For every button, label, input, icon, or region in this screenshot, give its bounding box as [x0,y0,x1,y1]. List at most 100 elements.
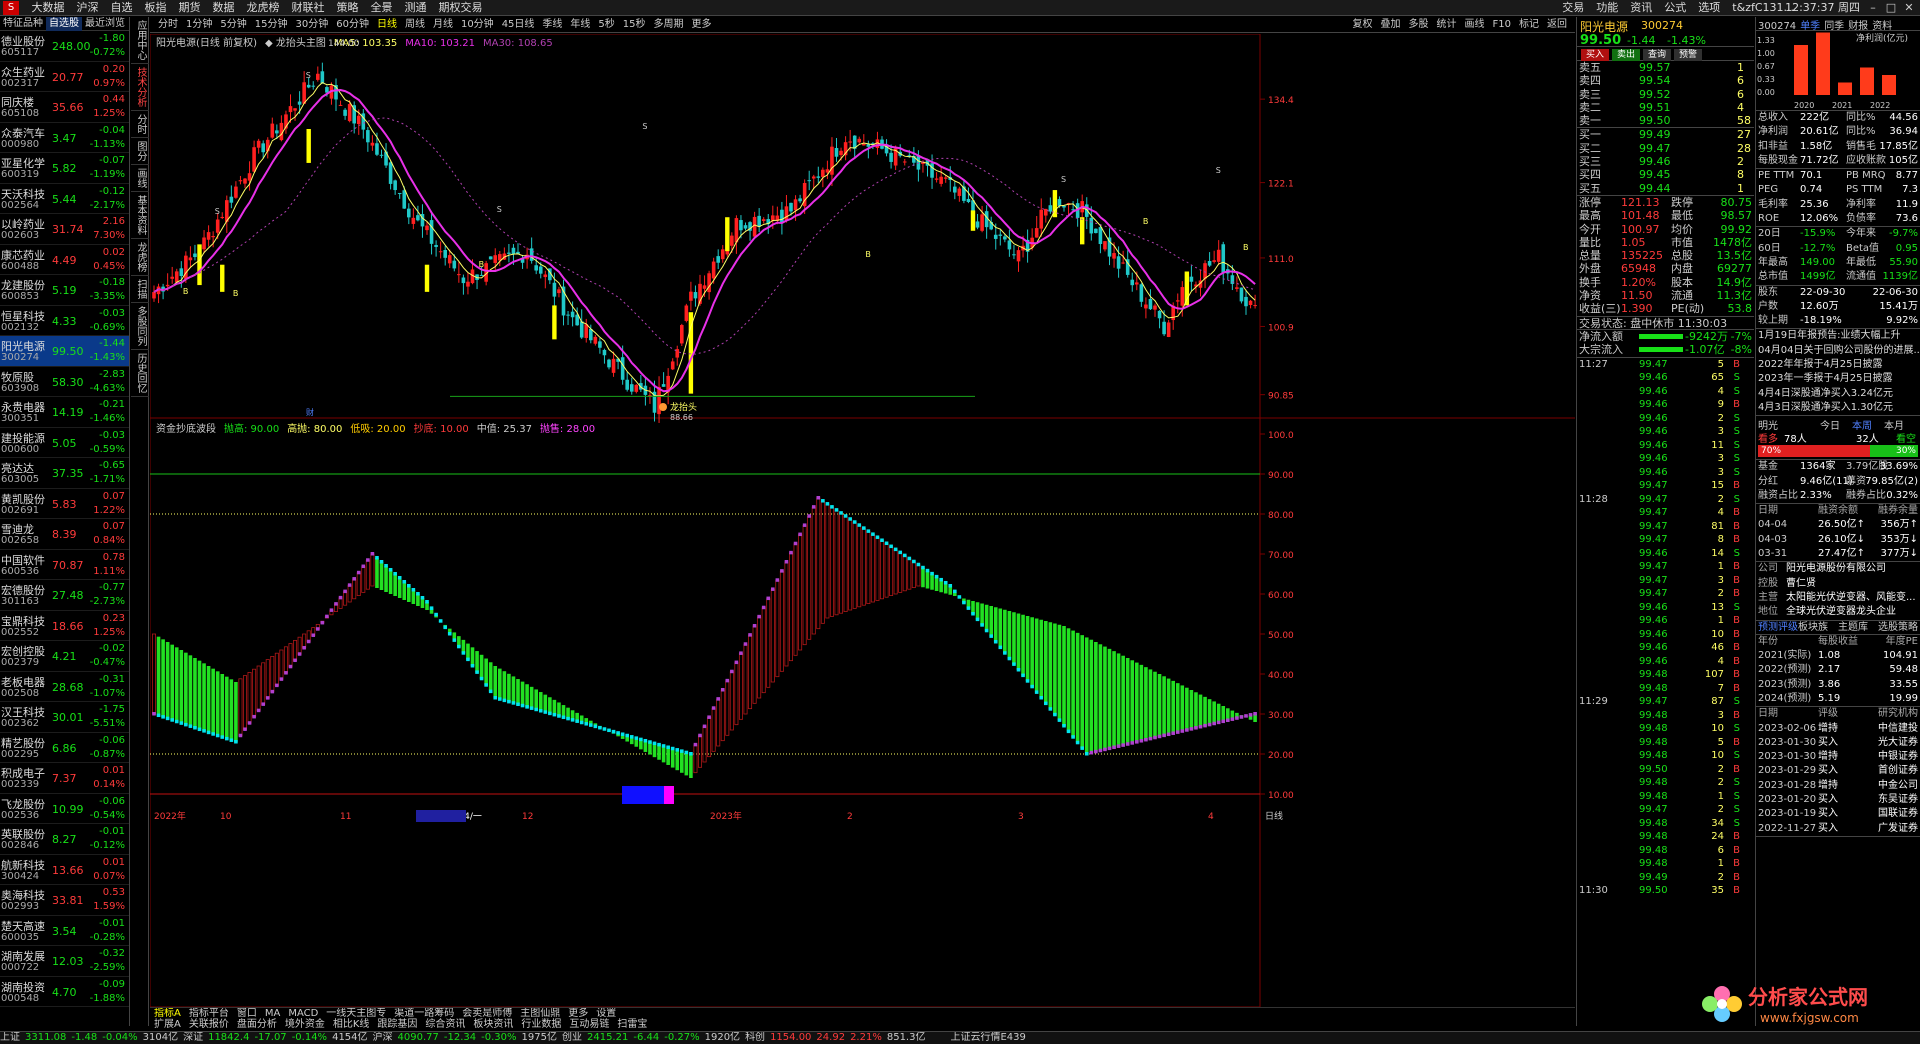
company-tab[interactable]: 预测评级 [1758,621,1798,635]
period-button[interactable]: 更多 [688,17,716,32]
period-button[interactable]: 60分钟 [332,17,373,32]
menu-right-item[interactable]: 公式 [1658,0,1692,15]
company-tab[interactable]: 选股策略 [1878,621,1918,635]
menu-item[interactable]: 数据 [207,0,241,15]
menu-item[interactable]: 期货 [173,0,207,15]
company-tab[interactable]: 板块族 [1798,621,1828,635]
quote-action-button[interactable]: 买入 [1581,49,1610,61]
watchlist-tab[interactable]: 最近浏览 [82,17,128,31]
watchlist-row[interactable]: 恒星科技 002132 4.33 -0.03 -0.69% [0,306,129,336]
watchlist-row[interactable]: 湖南投资 000548 4.70 -0.09 -1.88% [0,977,129,1007]
menu-right-item[interactable]: 选项 [1692,0,1726,15]
watchlist-row[interactable]: 精艺股份 002295 6.86 -0.06 -0.87% [0,733,129,763]
index-name[interactable]: 沪深 [373,1032,393,1043]
extension-tab[interactable]: 互动易链 [565,1019,613,1030]
chart-tool-button[interactable]: F10 [1489,17,1515,32]
watchlist-row[interactable]: 宏德股份 301163 27.48 -0.77 -2.73% [0,580,129,611]
extension-tab[interactable]: 扫雷宝 [613,1019,651,1030]
extension-tab[interactable]: 行业数据 [517,1019,565,1030]
period-button[interactable]: 季线 [538,17,566,32]
sentiment-today[interactable]: 今日 [1820,417,1840,432]
news-item[interactable]: 1月19日年报预告:业绩大幅上升 [1756,329,1920,343]
extension-tab[interactable]: 跟踪基因 [373,1019,421,1030]
watchlist-row[interactable]: 阳光电源 300274 99.50 -1.44 -1.43% [0,336,129,367]
period-button[interactable]: 1分钟 [182,17,216,32]
watchlist-row[interactable]: 雪迪龙 002658 8.39 0.07 0.84% [0,519,129,550]
quote-action-button[interactable]: 卖出 [1612,49,1641,61]
index-name[interactable]: 创业 [562,1032,582,1043]
watchlist-row[interactable]: 众生药业 002317 20.77 0.20 0.97% [0,62,129,92]
index-name[interactable]: 科创 [745,1032,765,1043]
quote-action-button[interactable]: 预警 [1674,49,1703,61]
menu-item[interactable]: 自选 [105,0,139,15]
extension-tab[interactable]: 境外资金 [281,1019,329,1030]
menu-right-item[interactable]: 功能 [1590,0,1624,15]
indicator-tab[interactable]: 一线天主图专 [322,1008,390,1019]
chart-tool-button[interactable]: 统计 [1433,17,1461,32]
extension-tab[interactable]: 扩展A [150,1019,185,1030]
period-button[interactable]: 45日线 [498,17,539,32]
watchlist-row[interactable]: 湖南发展 000722 12.03 -0.32 -2.59% [0,946,129,977]
menu-item[interactable]: 龙虎榜 [241,0,286,15]
menu-item[interactable]: 全景 [365,0,399,15]
vertical-tab[interactable]: 龙虎榜 [131,239,149,276]
period-button[interactable]: 15秒 [619,17,650,32]
indicator-tab[interactable]: 主图仙鼎 [516,1008,564,1019]
indicator-tab[interactable]: 会卖是师傅 [458,1008,516,1019]
period-button[interactable]: 5秒 [594,17,618,32]
chart-tool-button[interactable]: 叠加 [1377,17,1405,32]
watchlist-row[interactable]: 以岭药业 002603 31.74 2.16 7.30% [0,214,129,245]
minimize-icon[interactable]: – [1866,1,1880,14]
vertical-tab[interactable]: 应用中心 [131,17,149,64]
watchlist-row[interactable]: 龙建股份 600853 5.19 -0.18 -3.35% [0,275,129,306]
vertical-tab[interactable]: 历史回忆 [131,350,149,397]
company-tab[interactable]: 主题库 [1838,621,1868,635]
menu-item[interactable]: 财联社 [286,0,331,15]
indicator-tab[interactable]: 指标A [150,1008,185,1019]
menu-item[interactable]: 沪深 [71,0,105,15]
menu-item[interactable]: 测通 [399,0,433,15]
menu-item[interactable]: 大数据 [26,0,71,15]
news-item[interactable]: 04月04日关于回购公司股份的进展... [1756,344,1920,358]
extension-tab[interactable]: 板块资讯 [469,1019,517,1030]
news-item[interactable]: 4月4日深股通净买入3.24亿元 [1756,387,1920,401]
menu-item[interactable]: 策略 [331,0,365,15]
menu-right-item[interactable]: 资讯 [1624,0,1658,15]
period-button[interactable]: 10分钟 [457,17,498,32]
watchlist-row[interactable]: 楚天高速 600035 3.54 -0.01 -0.28% [0,916,129,946]
period-button[interactable]: 月线 [429,17,457,32]
watchlist-row[interactable]: 宝鼎科技 002552 18.66 0.23 1.25% [0,611,129,641]
vertical-tab[interactable]: 基本资料 [131,192,149,239]
watchlist-row[interactable]: 天沃科技 002564 5.44 -0.12 -2.17% [0,184,129,214]
period-button[interactable]: 多周期 [650,17,688,32]
vertical-tab[interactable]: 画线 [131,165,149,192]
indicator-tab[interactable]: MACD [284,1008,322,1019]
maximize-icon[interactable]: □ [1884,1,1898,14]
watchlist-row[interactable]: 同庆楼 605108 35.66 0.44 1.25% [0,92,129,123]
watchlist-row[interactable]: 亚星化学 600319 5.82 -0.07 -1.19% [0,153,129,184]
news-item[interactable]: 2023年一季报于4月25日披露 [1756,372,1920,386]
watchlist-row[interactable]: 众泰汽车 000980 3.47 -0.04 -1.13% [0,123,129,153]
indicator-tab[interactable]: 设置 [592,1008,620,1019]
chart-tool-button[interactable]: 标记 [1515,17,1543,32]
extension-tab[interactable]: 综合资讯 [421,1019,469,1030]
watchlist-row[interactable]: 黄凯股份 002691 5.83 0.07 1.22% [0,489,129,519]
index-name[interactable]: 深证 [183,1032,203,1043]
period-button[interactable]: 日线 [373,17,401,32]
vertical-tab[interactable]: 技术分析 [131,64,149,111]
watchlist-row[interactable]: 德业股份 605117 248.00 -1.80 -0.72% [0,31,129,62]
close-icon[interactable]: ✕ [1902,1,1916,14]
vertical-tab[interactable]: 分时 [131,111,149,138]
watchlist-row[interactable]: 康芯药业 600488 4.49 0.02 0.45% [0,245,129,275]
extension-tab[interactable]: 相比K线 [329,1019,374,1030]
news-item[interactable]: 4月3日深股通净买入1.30亿元 [1756,401,1920,415]
period-button[interactable]: 15分钟 [251,17,292,32]
period-button[interactable]: 5分钟 [216,17,250,32]
watchlist-row[interactable]: 英联股份 002846 8.27 -0.01 -0.12% [0,824,129,855]
chart-tool-button[interactable]: 画线 [1461,17,1489,32]
period-button[interactable]: 分时 [154,17,182,32]
watchlist-row[interactable]: 飞龙股份 002536 10.99 -0.06 -0.54% [0,794,129,824]
chart-tool-button[interactable]: 复权 [1349,17,1377,32]
watchlist-row[interactable]: 宏创控股 002379 4.21 -0.02 -0.47% [0,641,129,672]
quote-action-button[interactable]: 查询 [1643,49,1672,61]
